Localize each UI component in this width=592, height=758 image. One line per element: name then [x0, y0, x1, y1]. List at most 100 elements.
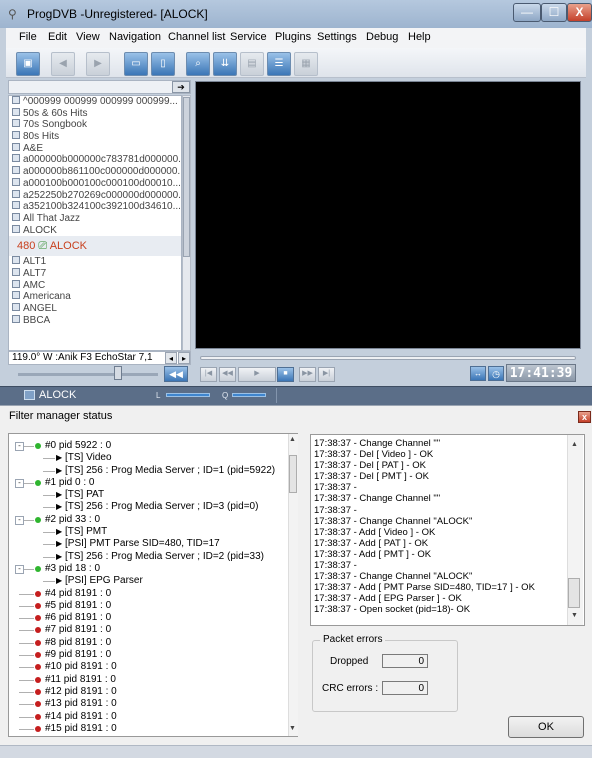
filter-child-node[interactable]: ▶ [PSI] EPG Parser — [9, 575, 297, 587]
filter-tree-scroll-thumb[interactable] — [289, 455, 297, 493]
scroll-up-icon[interactable]: ▲ — [289, 436, 296, 443]
event-log[interactable]: 17:38:37 - Change Channel "" 17:38:37 - D… — [310, 434, 585, 626]
filter-pid-node[interactable]: #15 pid 8191 : 0 — [9, 723, 297, 735]
channel-item[interactable]: A&E — [9, 142, 181, 155]
scroll-up-icon[interactable]: ▲ — [571, 441, 578, 448]
filter-pid-node[interactable]: #4 pid 8191 : 0 — [9, 588, 297, 600]
forward-end-icon[interactable]: ▶| — [318, 367, 335, 382]
window-icon[interactable]: ▭ — [124, 52, 148, 76]
channel-filter-bar[interactable] — [8, 80, 191, 94]
satellite-next-icon[interactable]: ▸ — [178, 352, 190, 364]
list-icon[interactable]: ☰ — [267, 52, 291, 76]
channel-item[interactable]: ALOCK — [9, 224, 181, 237]
menu-service[interactable]: Service — [230, 31, 267, 43]
clock-icon[interactable]: ◷ — [488, 366, 504, 381]
channel-list[interactable]: ^000999 000999 000999 000999... 50s & 60s… — [8, 95, 182, 351]
teletext-icon[interactable]: ▦ — [294, 52, 318, 76]
scroll-down-icon[interactable]: ▼ — [571, 612, 578, 619]
channel-item-selected[interactable]: 480 ⎚ ALOCK — [9, 236, 181, 257]
filter-pid-node[interactable]: - #2 pid 33 : 0 — [9, 514, 297, 526]
epg-icon[interactable]: ▤ — [240, 52, 264, 76]
channel-item[interactable]: ALT7 — [9, 267, 181, 280]
menu-plugins[interactable]: Plugins — [275, 31, 311, 43]
rewind-start-icon[interactable]: |◀ — [200, 367, 217, 382]
filter-pid-node[interactable]: - #3 pid 18 : 0 — [9, 563, 297, 575]
filter-child-node[interactable]: ▶ [TS] PMT — [9, 526, 297, 538]
menu-edit[interactable]: Edit — [48, 31, 67, 43]
collapse-icon[interactable]: - — [15, 478, 24, 488]
filter-pid-node[interactable]: #6 pid 8191 : 0 — [9, 612, 297, 624]
filter-tree[interactable]: - #0 pid 5922 : 0 ▶ [TS] Video ▶ [TS] 256 : P… — [8, 433, 298, 737]
filter-child-node[interactable]: ▶ [TS] 256 : Prog Media Server ; ID=1 (pi… — [9, 465, 297, 477]
channel-item[interactable]: a000000b000000c783781d000000... — [9, 154, 181, 166]
collapse-icon[interactable]: - — [15, 564, 24, 574]
channel-item[interactable]: BBCA — [9, 314, 181, 327]
channel-item[interactable]: All That Jazz — [9, 212, 181, 225]
filter-pid-node[interactable]: #5 pid 8191 : 0 — [9, 600, 297, 612]
satellite-selector[interactable]: 119.0° W :Anik F3 EchoStar 7,1 — [8, 351, 191, 365]
menu-debug[interactable]: Debug — [366, 31, 398, 43]
menu-file[interactable]: File — [19, 31, 37, 43]
channel-item[interactable]: a000000b861100c000000d000000... — [9, 166, 181, 178]
filter-pid-node[interactable]: #13 pid 8191 : 0 — [9, 698, 297, 710]
forward-icon[interactable]: ▶ — [86, 52, 110, 76]
ok-button[interactable]: OK — [508, 716, 584, 738]
search-icon[interactable]: ⌕ — [186, 52, 210, 76]
menu-view[interactable]: View — [76, 31, 100, 43]
channel-item[interactable]: ^000999 000999 000999 000999... — [9, 96, 181, 108]
filter-pid-node[interactable]: #14 pid 8191 : 0 — [9, 711, 297, 723]
menu-help[interactable]: Help — [408, 31, 431, 43]
channel-item[interactable]: ANGEL — [9, 303, 181, 315]
fast-forward-icon[interactable]: ▶▶ — [299, 367, 316, 382]
timeshift-icon[interactable]: ↔ — [470, 366, 486, 381]
menu-channel-list[interactable]: Channel list — [168, 31, 225, 43]
back-icon[interactable]: ◀ — [51, 52, 75, 76]
collapse-icon[interactable]: - — [15, 515, 24, 525]
scroll-down-icon[interactable]: ▼ — [289, 725, 296, 732]
stop-icon[interactable]: ■ — [277, 367, 294, 382]
filter-child-node[interactable]: ▶ [TS] 256 : Prog Media Server ; ID=3 (pi… — [9, 501, 297, 513]
filter-pid-node[interactable]: #7 pid 8191 : 0 — [9, 624, 297, 636]
event-log-scroll-thumb[interactable] — [568, 578, 580, 608]
seek-bar[interactable] — [200, 356, 576, 360]
collapse-icon[interactable]: - — [15, 442, 24, 451]
filter-pid-node[interactable]: - #0 pid 5922 : 0 — [9, 440, 297, 452]
channel-item[interactable]: ALT1 — [9, 256, 181, 268]
channel-list-scroll-thumb[interactable] — [183, 97, 190, 257]
dialog-close-icon[interactable]: x — [578, 411, 591, 423]
arrow-right-icon[interactable]: ➔ — [172, 81, 190, 93]
filter-child-node[interactable]: ▶ [PSI] PMT Parse SID=480, TID=17 — [9, 538, 297, 550]
channel-item[interactable]: Americana — [9, 291, 181, 303]
filter-child-node[interactable]: ▶ [TS] PAT — [9, 489, 297, 501]
maximize-button[interactable]: ☐ — [541, 3, 567, 22]
channel-item[interactable]: 80s Hits — [9, 131, 181, 143]
channel-item[interactable]: a252250b270269c000000d000000... — [9, 189, 181, 202]
record-icon[interactable]: ⇊ — [213, 52, 237, 76]
volume-slider-thumb[interactable] — [114, 366, 122, 380]
filter-child-node[interactable]: ▶ [TS] Video — [9, 452, 297, 464]
channel-item[interactable]: a352100b324100c392100d34610... — [9, 201, 181, 213]
fullscreen-icon[interactable]: ▣ — [16, 52, 40, 76]
filter-pid-node[interactable]: - #1 pid 0 : 0 — [9, 477, 297, 489]
channel-item[interactable]: AMC — [9, 279, 181, 292]
volume-slider[interactable] — [18, 373, 158, 376]
menu-settings[interactable]: Settings — [317, 31, 357, 43]
video-display[interactable] — [195, 81, 581, 349]
close-button[interactable]: X — [567, 3, 592, 22]
minimize-button[interactable]: — — [513, 3, 541, 22]
filter-pid-node[interactable]: #10 pid 8191 : 0 — [9, 661, 297, 673]
mute-icon[interactable]: ◀◀ — [164, 366, 188, 382]
filter-pid-node[interactable]: #12 pid 8191 : 0 — [9, 686, 297, 698]
filter-pid-node[interactable]: #8 pid 8191 : 0 — [9, 637, 297, 649]
satellite-prev-icon[interactable]: ◂ — [165, 352, 177, 364]
rewind-icon[interactable]: ◀◀ — [219, 367, 236, 382]
channel-item[interactable]: 70s Songbook — [9, 119, 181, 131]
filter-child-node[interactable]: ▶ [TS] 256 : Prog Media Server ; ID=2 (pi… — [9, 551, 297, 563]
menu-navigation[interactable]: Navigation — [109, 31, 161, 43]
channel-item[interactable]: a000100b000100c000100d00010... — [9, 177, 181, 190]
filter-pid-node[interactable]: #9 pid 8191 : 0 — [9, 649, 297, 661]
channel-item[interactable]: 50s & 60s Hits — [9, 107, 181, 120]
filter-pid-node[interactable]: #11 pid 8191 : 0 — [9, 674, 297, 686]
split-icon[interactable]: ▯ — [151, 52, 175, 76]
play-icon[interactable]: ▶ — [238, 367, 276, 382]
